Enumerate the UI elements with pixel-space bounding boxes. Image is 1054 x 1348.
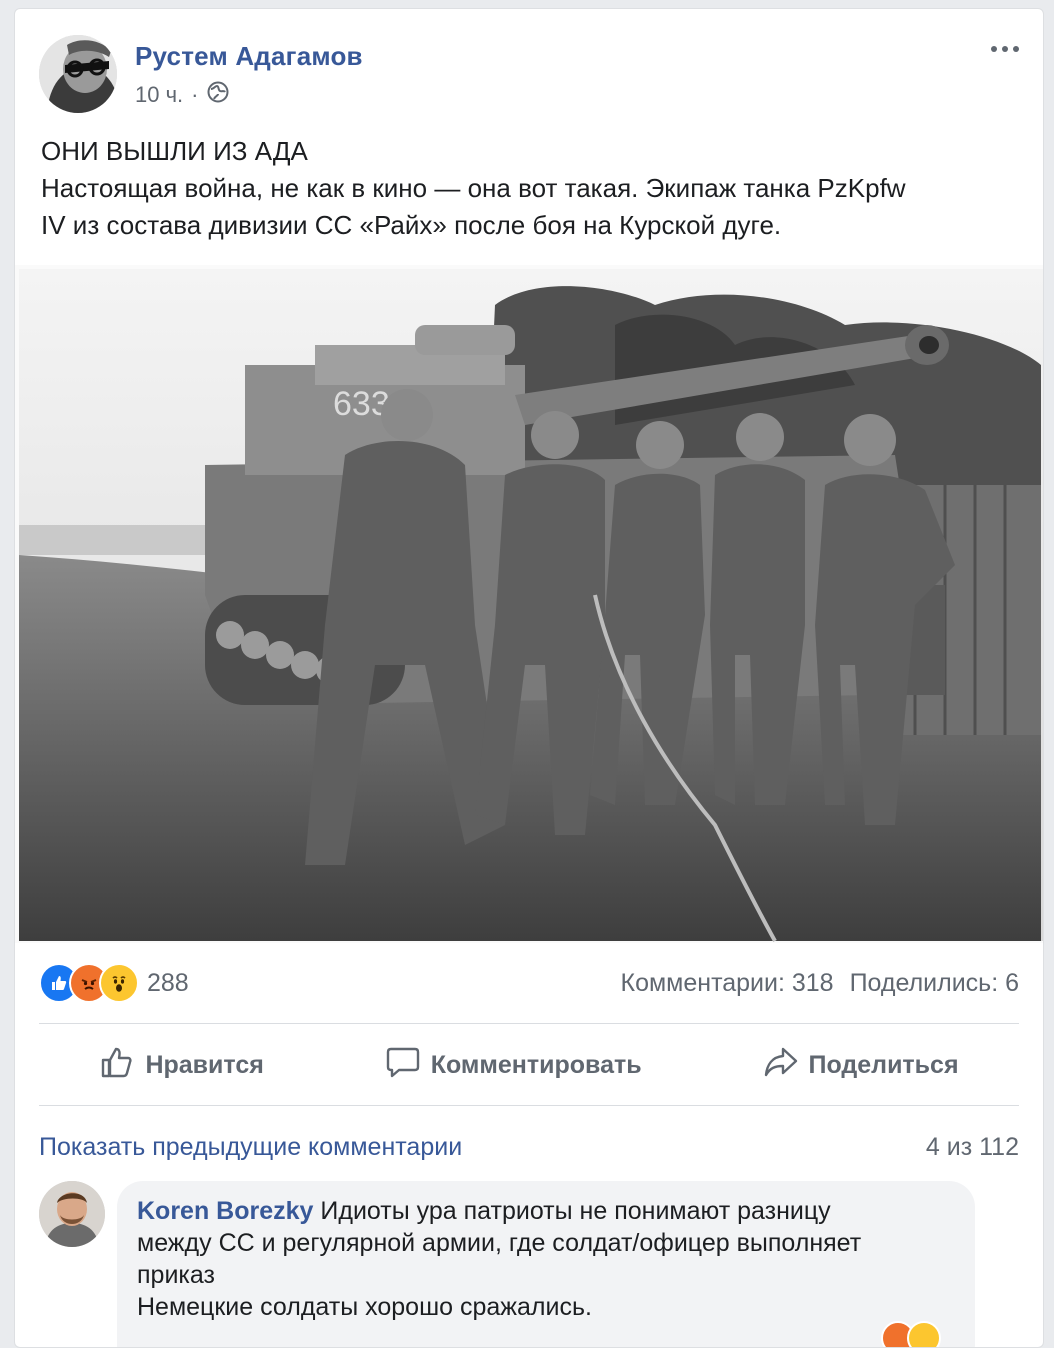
share-button[interactable]: Поделиться xyxy=(763,1044,959,1087)
share-icon xyxy=(763,1044,799,1087)
post-text: ОНИ ВЫШЛИ ИЗ АДА Настоящая война, не как… xyxy=(41,133,1021,244)
post-text-line: IV из состава дивизии СС «Райх» после бо… xyxy=(41,210,782,240)
more-options-icon[interactable] xyxy=(985,37,1025,61)
thumbs-up-icon xyxy=(99,1044,135,1087)
author-name[interactable]: Рустем Адагамов xyxy=(135,41,363,72)
comment-icon xyxy=(385,1044,421,1087)
post-actions: Нравится Комментировать Поделиться xyxy=(39,1027,1019,1103)
author-avatar[interactable] xyxy=(39,35,117,113)
wow-icon xyxy=(907,1321,941,1347)
post-text-line: Настоящая война, не как в кино — она вот… xyxy=(41,173,906,203)
comments-count[interactable]: Комментарии: 318 xyxy=(621,969,834,998)
reactions-summary: 288 Комментарии: 318 Поделились: 6 xyxy=(39,963,1019,1003)
comment-text-line: Идиоты ура патриоты не понимают разницу xyxy=(313,1197,831,1225)
commenter-avatar[interactable] xyxy=(39,1181,105,1247)
show-previous-comments-link[interactable]: Показать предыдущие комментарии xyxy=(39,1133,462,1162)
comments-page-count: 4 из 112 xyxy=(925,1133,1019,1161)
comment-label: Комментировать xyxy=(430,1050,642,1079)
post-photo[interactable]: 633 xyxy=(15,265,1043,943)
post-meta: 10 ч. · xyxy=(135,81,229,109)
meta-separator: · xyxy=(191,82,199,107)
comment-text-line: приказ xyxy=(137,1261,215,1289)
share-label: Поделиться xyxy=(808,1050,959,1079)
wow-icon[interactable] xyxy=(99,963,139,1003)
post-card: Рустем Адагамов 10 ч. · ОНИ ВЫШЛИ ИЗ АДА… xyxy=(14,8,1044,1348)
comment-text-line: между СС и регулярной армии, где солдат/… xyxy=(137,1229,862,1257)
post-time[interactable]: 10 ч. xyxy=(135,82,183,108)
globe-icon xyxy=(207,81,229,109)
comments-header: Показать предыдущие комментарии 4 из 112 xyxy=(39,1133,1019,1162)
divider xyxy=(39,1105,1019,1106)
like-button[interactable]: Нравится xyxy=(99,1044,264,1087)
comment-reactions[interactable] xyxy=(881,1321,941,1347)
comment-button[interactable]: Комментировать xyxy=(385,1044,642,1087)
comment-text-line: Немецкие солдаты хорошо сражались. xyxy=(137,1293,592,1321)
divider xyxy=(39,1023,1019,1024)
commenter-name[interactable]: Koren Borezky xyxy=(137,1197,313,1225)
reactions-count[interactable]: 288 xyxy=(147,969,189,998)
post-stats: Комментарии: 318 Поделились: 6 xyxy=(621,969,1019,998)
shares-count[interactable]: Поделились: 6 xyxy=(850,969,1019,998)
comment-bubble: Koren Borezky Идиоты ура патриоты не пон… xyxy=(117,1181,975,1347)
post-text-line: ОНИ ВЫШЛИ ИЗ АДА xyxy=(41,136,308,166)
like-label: Нравится xyxy=(145,1050,264,1079)
